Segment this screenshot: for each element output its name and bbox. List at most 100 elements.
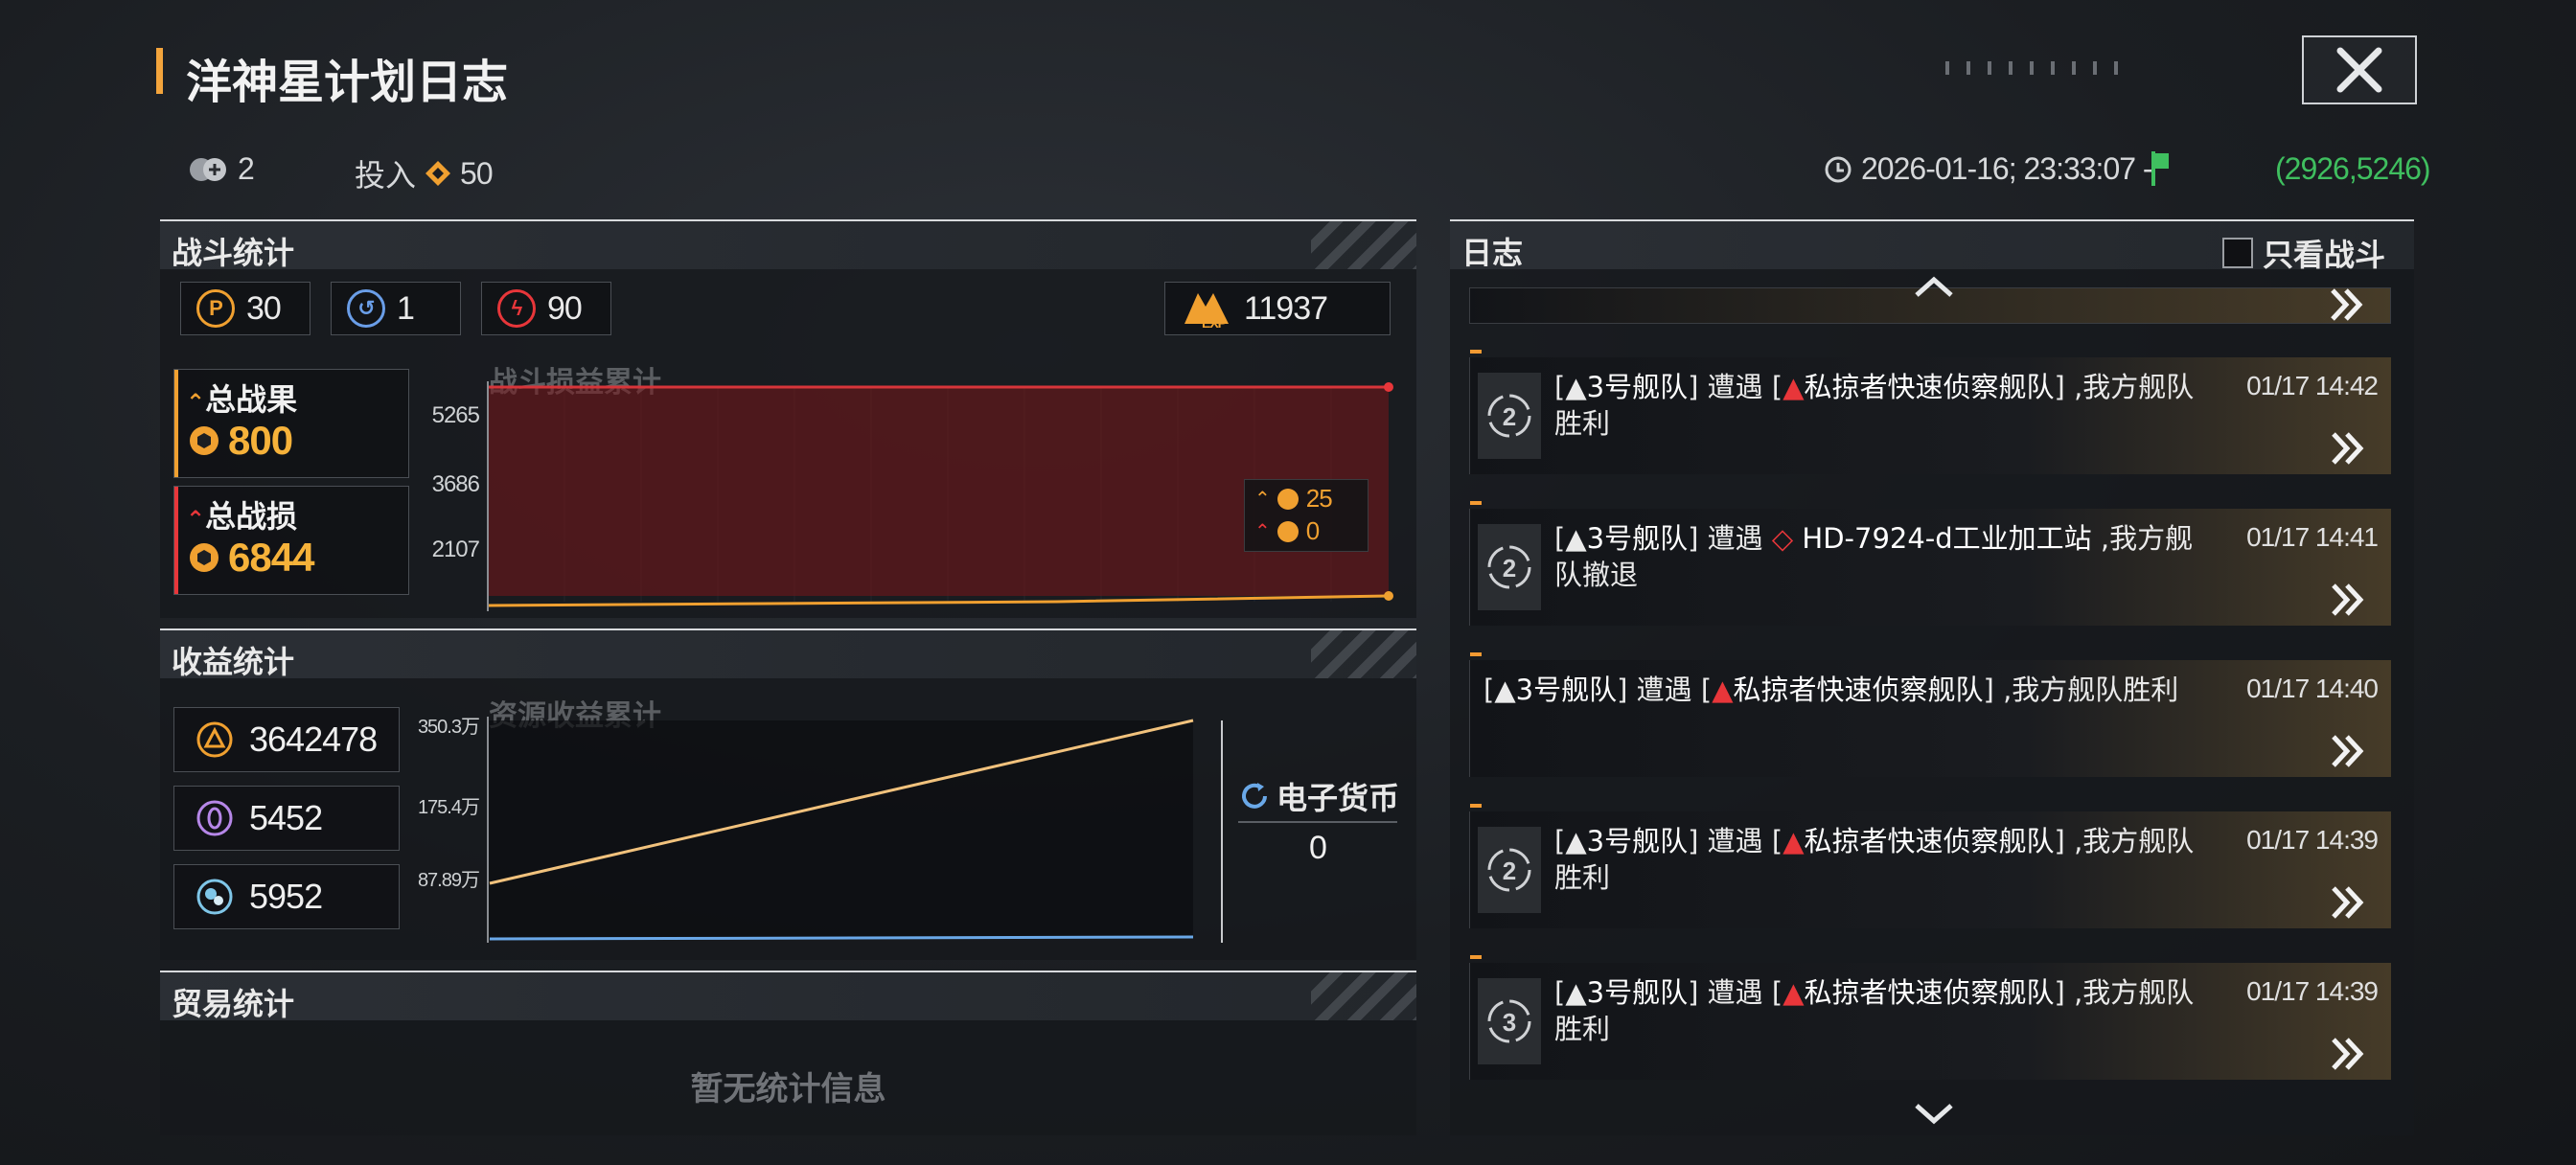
total-gain-title: ⌃总战果	[186, 381, 298, 418]
currency-label-row: 电子货币	[1238, 774, 1399, 818]
trade-stats-panel: 贸易统计 暂无统计信息	[160, 971, 1416, 1135]
income-y-tick: 350.3万	[417, 717, 480, 738]
trade-stats-title: 贸易统计	[172, 986, 295, 1022]
members-count: 2	[238, 151, 255, 186]
legend-gain-value: 25	[1305, 484, 1333, 513]
currency-divider	[1238, 821, 1397, 823]
income-item-alloy: 3642478	[173, 707, 400, 772]
log-time: 01/17 14:42	[2246, 371, 2379, 400]
invest-label: 投入	[355, 157, 417, 194]
stat-chip-defeats: ϟ 90	[481, 282, 611, 335]
log-item[interactable]: [▲3号舰队] 遭遇 [▲私掠者快速侦察舰队] ,我方舰队胜利 01/17 14…	[1469, 652, 2391, 777]
income-y-tick: 175.4万	[417, 797, 480, 818]
loss-series-end-point	[1384, 382, 1393, 392]
retreat-icon: ↺	[347, 289, 385, 328]
income-chart	[487, 717, 1223, 943]
exp-icon: EXP	[1184, 293, 1229, 330]
wave-badge: 2	[1478, 524, 1541, 610]
currency-label: 电子货币	[1276, 780, 1400, 816]
total-loss-title: ⌃总战损	[186, 498, 298, 535]
total-loss-value: 6844	[228, 535, 314, 580]
income-value: 3642478	[249, 720, 378, 759]
log-text: [▲3号舰队] 遭遇 [▲私掠者快速侦察舰队] ,我方舰队胜利	[1484, 674, 2179, 706]
gain-series-end-point	[1384, 591, 1393, 601]
income-plot-area	[488, 720, 1193, 939]
exp-value: 11937	[1244, 289, 1328, 327]
log-text: [▲3号舰队] 遭遇 [▲私掠者快速侦察舰队] ,我方舰队胜利	[1554, 371, 2195, 440]
log-text: [▲3号舰队] 遭遇 [▲私掠者快速侦察舰队] ,我方舰队胜利	[1554, 825, 2195, 894]
chevron-right-icon	[2332, 1038, 2364, 1070]
log-time: 01/17 14:39	[2246, 825, 2379, 855]
log-header: 日志 只看战斗	[1450, 219, 2414, 273]
income-item-crystal: 5452	[173, 786, 400, 851]
total-loss-label: 总战损	[205, 498, 298, 535]
target-badge-icon: 2	[1487, 394, 1531, 438]
decorative-ticks	[1945, 61, 2175, 77]
trade-stats-header: 贸易统计	[160, 971, 1416, 1022]
total-loss-box: ⌃总战损 6844	[173, 486, 409, 595]
chevron-right-icon	[2332, 735, 2364, 767]
close-icon	[2336, 47, 2382, 93]
header-stripes	[1311, 972, 1416, 1020]
wave-badge: 2	[1478, 827, 1541, 913]
svg-text:2: 2	[1503, 402, 1516, 431]
combat-y-tick: 3686	[431, 471, 480, 497]
alloy-icon	[196, 721, 233, 758]
battle-only-label: 只看战斗	[2262, 237, 2385, 273]
income-secondary-line	[489, 935, 1194, 941]
log-item[interactable]: 2 [▲3号舰队] 遭遇 [▲私掠者快速侦察舰队] ,我方舰队 胜利 01/17 …	[1469, 804, 2391, 928]
log-text: [▲3号舰队] 遭遇 ◇ HD-7924-d工业加工站 ,我方舰 队撤退	[1554, 522, 2194, 591]
income-value: 5952	[249, 877, 323, 916]
log-time: 01/17 14:41	[2246, 522, 2379, 552]
combat-stats-header: 战斗统计	[160, 219, 1416, 271]
crystal-icon	[196, 800, 233, 836]
log-title: 日志	[1461, 235, 1524, 271]
refresh-currency-icon	[1242, 783, 1267, 809]
legend-gain: ⌃ 25	[1254, 484, 1333, 513]
battle-only-filter[interactable]: 只看战斗	[2221, 231, 2385, 275]
close-button[interactable]	[2302, 35, 2417, 104]
stat-chip-value: 30	[246, 289, 282, 327]
total-loss-value-row: 6844	[188, 535, 314, 581]
resource-cube-icon	[190, 426, 218, 455]
log-time: 01/17 14:39	[2246, 976, 2379, 1006]
currency-value: 0	[1309, 830, 1327, 866]
income-y-tick: 87.89万	[417, 870, 480, 891]
exp-chip: EXP 11937	[1164, 282, 1391, 335]
stat-chip-value: 1	[397, 289, 415, 327]
invest-value: 50	[460, 155, 494, 191]
header-stripes	[1311, 630, 1416, 678]
invest-indicator: 投入 50	[355, 151, 494, 195]
log-item[interactable]: 3 [▲3号舰队] 遭遇 [▲私掠者快速侦察舰队] ,我方舰队 胜利 01/17 …	[1469, 955, 2391, 1080]
scroll-down-icon[interactable]	[1913, 1100, 1955, 1129]
trade-empty-text: 暂无统计信息	[690, 1070, 886, 1108]
total-gain-value-row: 800	[188, 418, 293, 464]
stat-chip-value: 90	[547, 289, 583, 327]
datetime-text: 2026-01-16; 23:33:07 -	[1861, 151, 2153, 186]
log-item[interactable]: 2 [▲3号舰队] 遭遇 ◇ HD-7924-d工业加工站 ,我方舰 队撤退 01…	[1469, 501, 2391, 626]
stat-chip-fleets: P 30	[180, 282, 310, 335]
combat-legend: ⌃ 25 ⌃ 0	[1244, 479, 1368, 552]
total-gain-value: 800	[228, 418, 293, 463]
log-item[interactable]: 2 [▲3号舰队] 遭遇 [▲私掠者快速侦察舰队] ,我方舰队 胜利 01/17 …	[1469, 350, 2391, 474]
legend-loss-value: 0	[1305, 516, 1321, 545]
datetime-indicator: 2026-01-16; 23:33:07 -	[1823, 151, 2153, 187]
scroll-up-icon[interactable]	[1913, 272, 1955, 301]
wave-badge: 3	[1478, 978, 1541, 1064]
title-accent	[156, 48, 163, 94]
combat-y-tick: 5265	[431, 402, 480, 428]
target-badge-icon: 3	[1487, 999, 1531, 1043]
combat-stats-title: 战斗统计	[172, 235, 295, 271]
svg-text:2: 2	[1503, 554, 1516, 582]
fleet-icon: P	[196, 289, 235, 328]
target-badge-icon: 2	[1487, 848, 1531, 892]
income-item-gas: 5952	[173, 864, 400, 929]
total-gain-label: 总战果	[205, 381, 298, 418]
svg-text:2: 2	[1503, 857, 1516, 885]
stat-chip-retreats: ↺ 1	[331, 282, 461, 335]
battle-only-checkbox[interactable]	[2221, 238, 2253, 268]
chevron-right-icon	[2332, 583, 2364, 616]
defeat-icon: ϟ	[497, 289, 536, 328]
location-flag-icon	[2149, 149, 2172, 192]
log-time: 01/17 14:40	[2246, 674, 2379, 703]
